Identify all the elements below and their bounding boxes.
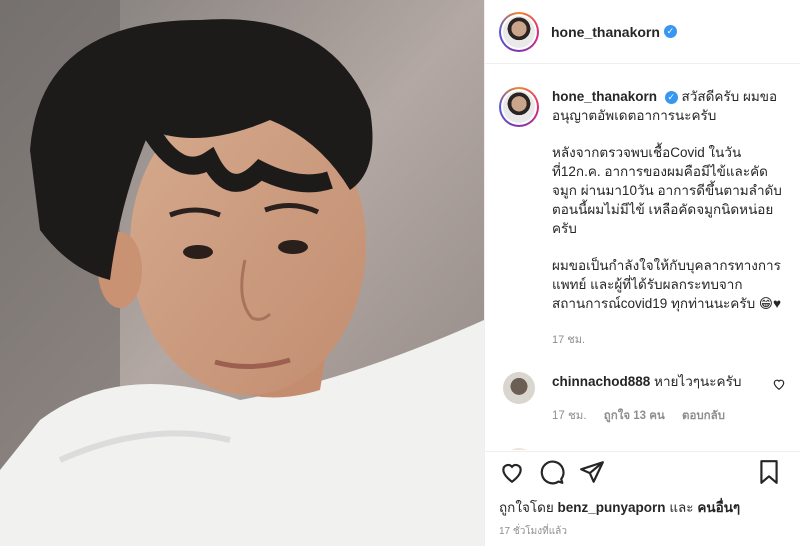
likes-others[interactable]: คนอื่นๆ (697, 500, 740, 515)
comment-avatar[interactable] (503, 372, 535, 404)
comment-likes[interactable]: ถูกใจ 13 คน (604, 410, 665, 422)
comment-avatar[interactable] (503, 448, 535, 450)
comment-icon[interactable] (539, 459, 565, 485)
comment-item: mintbaramita ✌🏻✌🏻🤍 (499, 448, 786, 450)
likes-and: และ (669, 500, 694, 515)
caption-avatar[interactable] (499, 87, 539, 127)
caption-time[interactable]: 17 ชม. (552, 331, 786, 350)
caption-paragraph: หลังจากตรวจพบเชื้อCovid ในวันที่12ก.ค. อ… (552, 145, 782, 236)
caption-username[interactable]: hone_thanakorn (552, 89, 657, 104)
post-header: hone_thanakorn ✓ (485, 0, 800, 64)
avatar[interactable] (499, 11, 539, 52)
action-bar (485, 451, 800, 491)
post-age[interactable]: 17 ชั่วโมงที่แล้ว (499, 524, 567, 539)
comment-item: chinnachod888 หายไวๆนะครับ 17 ชม. ถูกใจ … (499, 372, 786, 426)
likes-prefix: ถูกใจโดย (499, 500, 554, 515)
caption-paragraph: ผมขอเป็นกำลังใจให้กับบุคลากรทางการแพทย์ … (552, 258, 781, 311)
post-photo[interactable] (0, 0, 484, 546)
bookmark-icon[interactable] (756, 459, 782, 485)
header-username[interactable]: hone_thanakorn (551, 24, 660, 40)
caption: hone_thanakorn ✓ สวัสดีครับ ผมขออนุญาตอั… (499, 87, 786, 350)
heart-icon[interactable] (499, 459, 525, 485)
comments-section: hone_thanakorn ✓ สวัสดีครับ ผมขออนุญาตอั… (485, 65, 800, 450)
comment-meta: 17 ชม. ถูกใจ 13 คน ตอบกลับ (552, 407, 741, 426)
reply-button[interactable]: ตอบกลับ (682, 410, 725, 422)
comment-text: หายไวๆนะครับ (654, 374, 742, 389)
caption-body: hone_thanakorn ✓ สวัสดีครับ ผมขออนุญาตอั… (552, 87, 786, 350)
comment-username[interactable]: chinnachod888 (552, 374, 650, 389)
post-view: hone_thanakorn ✓ hone_thanakorn ✓ สวัสดี… (0, 0, 800, 546)
post-side-panel: hone_thanakorn ✓ hone_thanakorn ✓ สวัสดี… (484, 0, 800, 546)
verified-badge-icon: ✓ (664, 90, 678, 104)
likes-summary: ถูกใจโดย benz_punyaporn และ คนอื่นๆ (499, 496, 740, 518)
share-icon[interactable] (579, 459, 605, 485)
likes-user[interactable]: benz_punyaporn (558, 500, 666, 515)
heart-icon[interactable] (772, 377, 786, 391)
comment-time[interactable]: 17 ชม. (552, 410, 587, 422)
verified-badge-icon: ✓ (663, 25, 677, 38)
selfie-image (0, 0, 484, 546)
